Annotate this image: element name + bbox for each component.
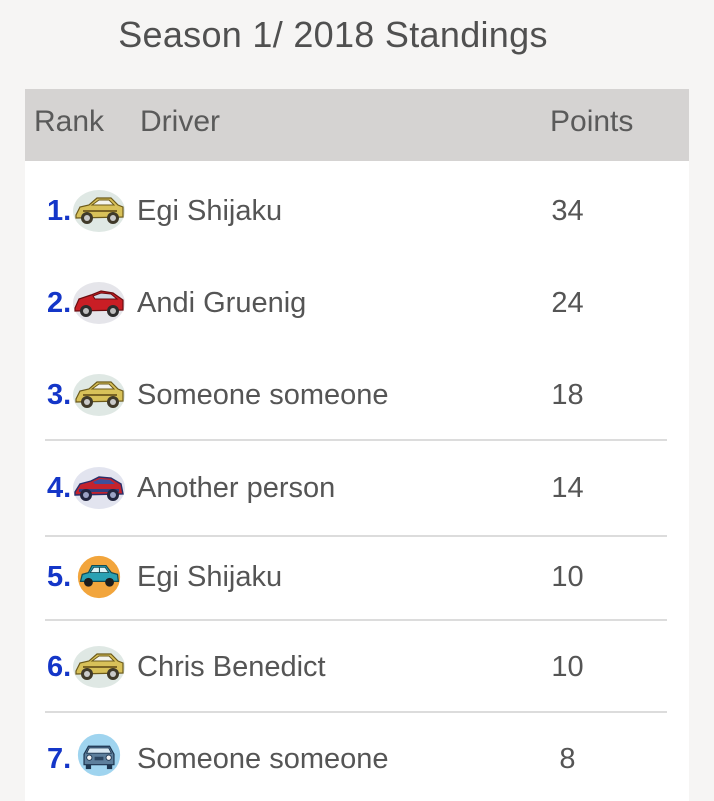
rank-number: 6.	[47, 651, 72, 683]
driver-name: Egi Shijaku	[137, 561, 283, 593]
table-row[interactable]: 5. Egi Shijaku 10	[25, 537, 689, 619]
rank-number: 4.	[47, 472, 72, 504]
red-blue-car-icon	[73, 467, 125, 509]
driver-name: Andi Gruenig	[137, 287, 307, 319]
driver-name: Another person	[137, 472, 336, 504]
blue-car-front-icon	[77, 733, 121, 777]
page-title: Season 1/ 2018 Standings	[118, 14, 548, 55]
driver-points: 14	[551, 472, 584, 504]
rank-number: 3.	[47, 379, 72, 411]
driver-points: 8	[559, 743, 576, 775]
table-row[interactable]: 1. Egi Shijaku 34	[25, 161, 689, 253]
table-row[interactable]: 7. Someone someone 8	[25, 713, 689, 801]
rank-number: 1.	[47, 195, 72, 227]
driver-name: Chris Benedict	[137, 651, 326, 683]
standings-page: Season 1/ 2018 Standings Rank Driver Poi…	[0, 0, 714, 801]
table-row[interactable]: 4. Another person 14	[25, 441, 689, 535]
driver-points: 24	[551, 287, 584, 319]
driver-points: 18	[551, 379, 584, 411]
driver-points: 34	[551, 195, 584, 227]
yellow-sports-car-icon	[73, 374, 125, 416]
driver-name: Egi Shijaku	[137, 195, 283, 227]
driver-points: 10	[551, 651, 584, 683]
table-header: Rank Driver Points	[25, 89, 689, 161]
rank-column-header: Rank	[34, 105, 105, 138]
driver-name: Someone someone	[137, 743, 389, 775]
driver-name: Someone someone	[137, 379, 389, 411]
points-column-header: Points	[550, 105, 634, 138]
teal-mini-car-icon	[77, 555, 121, 599]
rank-number: 5.	[47, 561, 72, 593]
yellow-sports-car-icon	[73, 646, 125, 688]
driver-points: 10	[551, 561, 584, 593]
table-row[interactable]: 2. Andi Gruenig 24	[25, 253, 689, 345]
red-sports-car-icon	[73, 282, 125, 324]
table-row[interactable]: 6. Chris Benedict 10	[25, 621, 689, 711]
driver-column-header: Driver	[140, 105, 220, 138]
yellow-sports-car-icon	[73, 190, 125, 232]
table-row[interactable]: 3. Someone someone 18	[25, 345, 689, 439]
rank-number: 2.	[47, 287, 72, 319]
rank-number: 7.	[47, 743, 72, 775]
standings-table: Rank Driver Points 1. Egi Shijaku 34 2.	[25, 89, 689, 801]
